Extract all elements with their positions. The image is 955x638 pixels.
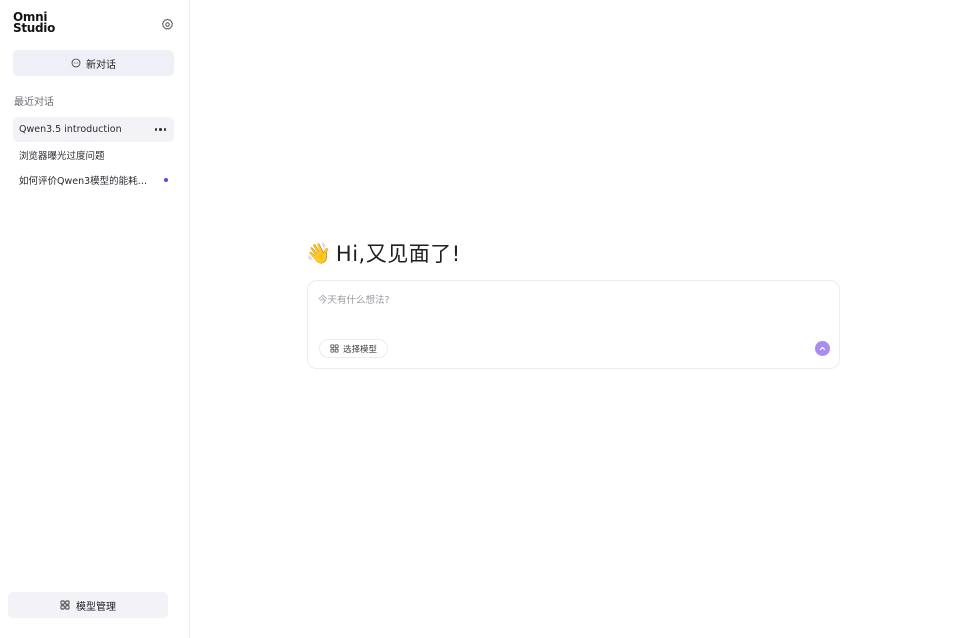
send-button[interactable] (815, 341, 830, 356)
model-management-button[interactable]: 模型管理 (8, 592, 168, 618)
chat-bubble-icon (71, 58, 81, 68)
chat-item-title: 如何评价Qwen3模型的能耗问... (19, 175, 153, 187)
new-chat-label: 新对话 (86, 59, 116, 71)
app-logo[interactable]: Omni Studio (13, 11, 57, 35)
message-input[interactable] (318, 292, 828, 322)
chat-list: Qwen3.5 introduction 浏览器曝光过度问题 如何评价Qwen3… (13, 117, 174, 192)
chat-item-title: Qwen3.5 introduction (19, 124, 122, 135)
logo-line-2: Studio (13, 21, 56, 35)
model-select-button[interactable]: 选择模型 (319, 339, 389, 358)
gear-icon (161, 18, 173, 30)
greeting: 👋 Hi,又见面了! (306, 238, 461, 268)
chat-item[interactable]: 如何评价Qwen3模型的能耗问... (13, 167, 174, 192)
sidebar: Omni Studio 新对话 最近对话 Qwen3.5 introductio… (0, 0, 190, 638)
chat-item-active[interactable]: Qwen3.5 introduction (13, 117, 174, 142)
grid-icon (330, 344, 339, 353)
chat-composer: 选择模型 (307, 280, 840, 369)
arrow-up-icon (819, 346, 826, 351)
new-chat-button[interactable]: 新对话 (13, 50, 174, 76)
greeting-text: Hi,又见面了! (335, 242, 461, 266)
chat-item-title: 浏览器曝光过度问题 (19, 150, 105, 162)
more-options-icon[interactable] (153, 126, 169, 133)
settings-button[interactable] (158, 15, 176, 33)
waving-hand-icon: 👋 (306, 241, 331, 265)
recent-chats-heading: 最近对话 (14, 97, 54, 108)
model-management-label: 模型管理 (76, 601, 116, 613)
chat-item[interactable]: 浏览器曝光过度问题 (13, 142, 174, 167)
model-select-label: 选择模型 (343, 344, 378, 355)
unread-indicator (164, 177, 168, 182)
grid-icon (60, 600, 70, 610)
